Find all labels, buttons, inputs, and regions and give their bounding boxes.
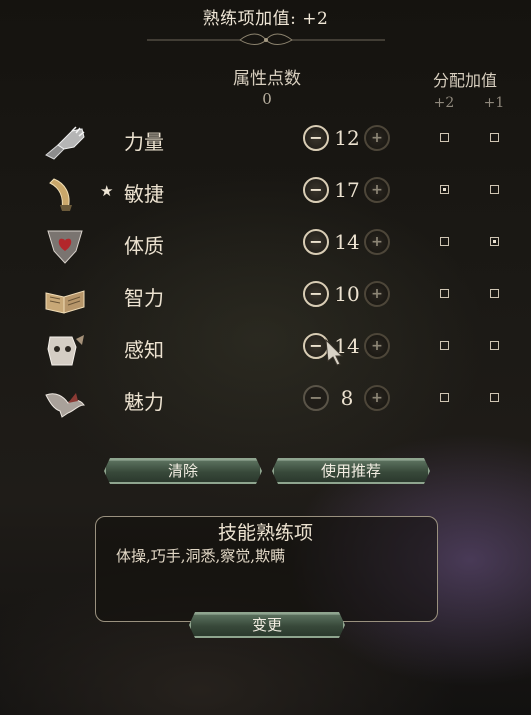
attribute-row-intelligence: 智力 − 10 + xyxy=(0,277,531,317)
bonus-plus1-checkbox[interactable] xyxy=(490,341,499,350)
bonus-plus2-checkbox[interactable] xyxy=(440,133,449,142)
bonus-plus2-checkbox[interactable] xyxy=(440,185,449,194)
attribute-name: 体质 xyxy=(124,234,164,258)
cursor-icon xyxy=(325,338,344,366)
increase-intelligence-button[interactable]: + xyxy=(364,281,390,307)
clear-button[interactable]: 清除 xyxy=(104,458,262,484)
attribute-name: 敏捷 xyxy=(124,182,164,206)
gauntlet-icon xyxy=(45,126,85,160)
open-book-icon xyxy=(45,290,85,314)
change-button[interactable]: 变更 xyxy=(189,612,345,638)
decrease-charisma-button[interactable]: − xyxy=(303,385,329,411)
heart-shield-icon xyxy=(47,230,83,264)
bonus-plus2-checkbox[interactable] xyxy=(440,237,449,246)
attribute-name: 力量 xyxy=(124,130,164,154)
attribute-value: 14 xyxy=(334,230,360,254)
bonus-plus2-checkbox[interactable] xyxy=(440,289,449,298)
increase-wisdom-button[interactable]: + xyxy=(364,333,390,359)
bonus-plus1-checkbox[interactable] xyxy=(490,289,499,298)
bonus-plus1-checkbox[interactable] xyxy=(490,393,499,402)
increase-dexterity-button[interactable]: + xyxy=(364,177,390,203)
decrease-dexterity-button[interactable]: − xyxy=(303,177,329,203)
bonus-plus1-checkbox[interactable] xyxy=(490,185,499,194)
bonus-col-plus2: +2 xyxy=(433,95,455,111)
bonus-plus1-checkbox[interactable] xyxy=(490,133,499,142)
decrease-intelligence-button[interactable]: − xyxy=(303,281,329,307)
horn-icon xyxy=(49,178,72,211)
bonus-label: 分配加值 xyxy=(432,71,497,90)
bonus-col-plus1: +1 xyxy=(483,95,505,111)
decrease-constitution-button[interactable]: − xyxy=(303,229,329,255)
header-ornament xyxy=(147,33,385,45)
increase-charisma-button[interactable]: + xyxy=(364,385,390,411)
attribute-value: 8 xyxy=(340,386,354,410)
increase-strength-button[interactable]: + xyxy=(364,125,390,151)
attribute-row-wisdom: 感知 − 14 + xyxy=(0,329,531,369)
star-icon: ★ xyxy=(100,182,114,200)
header-title: 熟练项加值: +2 xyxy=(202,9,329,29)
attribute-row-charisma: 魅力 − 8 + xyxy=(0,381,531,421)
attribute-value: 12 xyxy=(334,126,360,150)
attribute-row-constitution: 体质 − 14 + xyxy=(0,225,531,265)
attribute-value: 17 xyxy=(334,178,360,202)
bonus-plus2-checkbox[interactable] xyxy=(440,341,449,350)
attribute-row-strength: 力量 − 12 + xyxy=(0,121,531,161)
use-recommended-button[interactable]: 使用推荐 xyxy=(272,458,430,484)
attribute-value: 10 xyxy=(334,282,360,306)
skill-proficiency-list: 体操,巧手,洞悉,察觉,欺瞒 xyxy=(116,547,286,565)
attribute-name: 智力 xyxy=(124,286,164,310)
increase-constitution-button[interactable]: + xyxy=(364,229,390,255)
attribute-row-dexterity: ★ 敏捷 − 17 + xyxy=(0,173,531,213)
owlbear-mask-icon xyxy=(47,335,84,366)
attribute-name: 感知 xyxy=(124,338,164,362)
attribute-name: 魅力 xyxy=(124,390,164,414)
bonus-plus1-checkbox[interactable] xyxy=(490,237,499,246)
bird-icon xyxy=(45,393,85,418)
ability-points-label: 属性点数 xyxy=(233,69,301,89)
bonus-plus2-checkbox[interactable] xyxy=(440,393,449,402)
skill-proficiency-title: 技能熟练项 xyxy=(217,522,313,544)
ability-points-remaining: 0 xyxy=(262,90,272,108)
decrease-strength-button[interactable]: − xyxy=(303,125,329,151)
